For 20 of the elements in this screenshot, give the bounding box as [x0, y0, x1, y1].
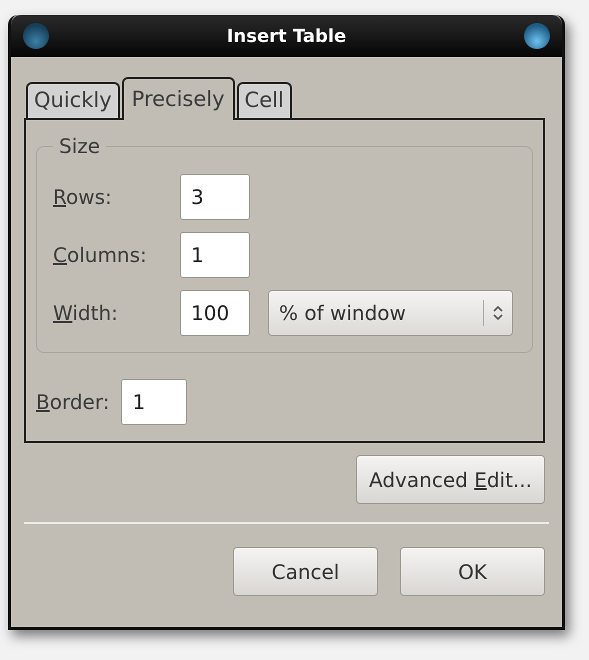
number-field[interactable]: 1 [121, 379, 188, 425]
window-menu-button[interactable] [23, 23, 49, 49]
number-field[interactable]: 1 [180, 232, 250, 278]
dialog-button[interactable]: OK [400, 547, 545, 596]
spinner-arrows-icon [492, 304, 504, 322]
window-close-button[interactable] [524, 23, 550, 49]
advanced-edit-button[interactable]: Advanced Edit... [356, 455, 545, 504]
number-field[interactable]: 100 [180, 290, 250, 336]
tab[interactable]: Quickly [26, 82, 120, 118]
field-label: Rows: [53, 185, 113, 209]
field-label: Columns: [53, 243, 148, 267]
dialog-button[interactable]: Cancel [233, 547, 378, 596]
field-label: Border: [36, 390, 110, 414]
window-title: Insert Table [226, 26, 346, 46]
field-label: Width: [53, 301, 119, 325]
unit-dropdown[interactable]: % of window [268, 290, 513, 336]
tab[interactable]: Precisely [122, 77, 235, 120]
tab[interactable]: Cell [236, 82, 292, 118]
number-field[interactable]: 3 [180, 174, 250, 220]
group-title: Size [58, 134, 102, 158]
